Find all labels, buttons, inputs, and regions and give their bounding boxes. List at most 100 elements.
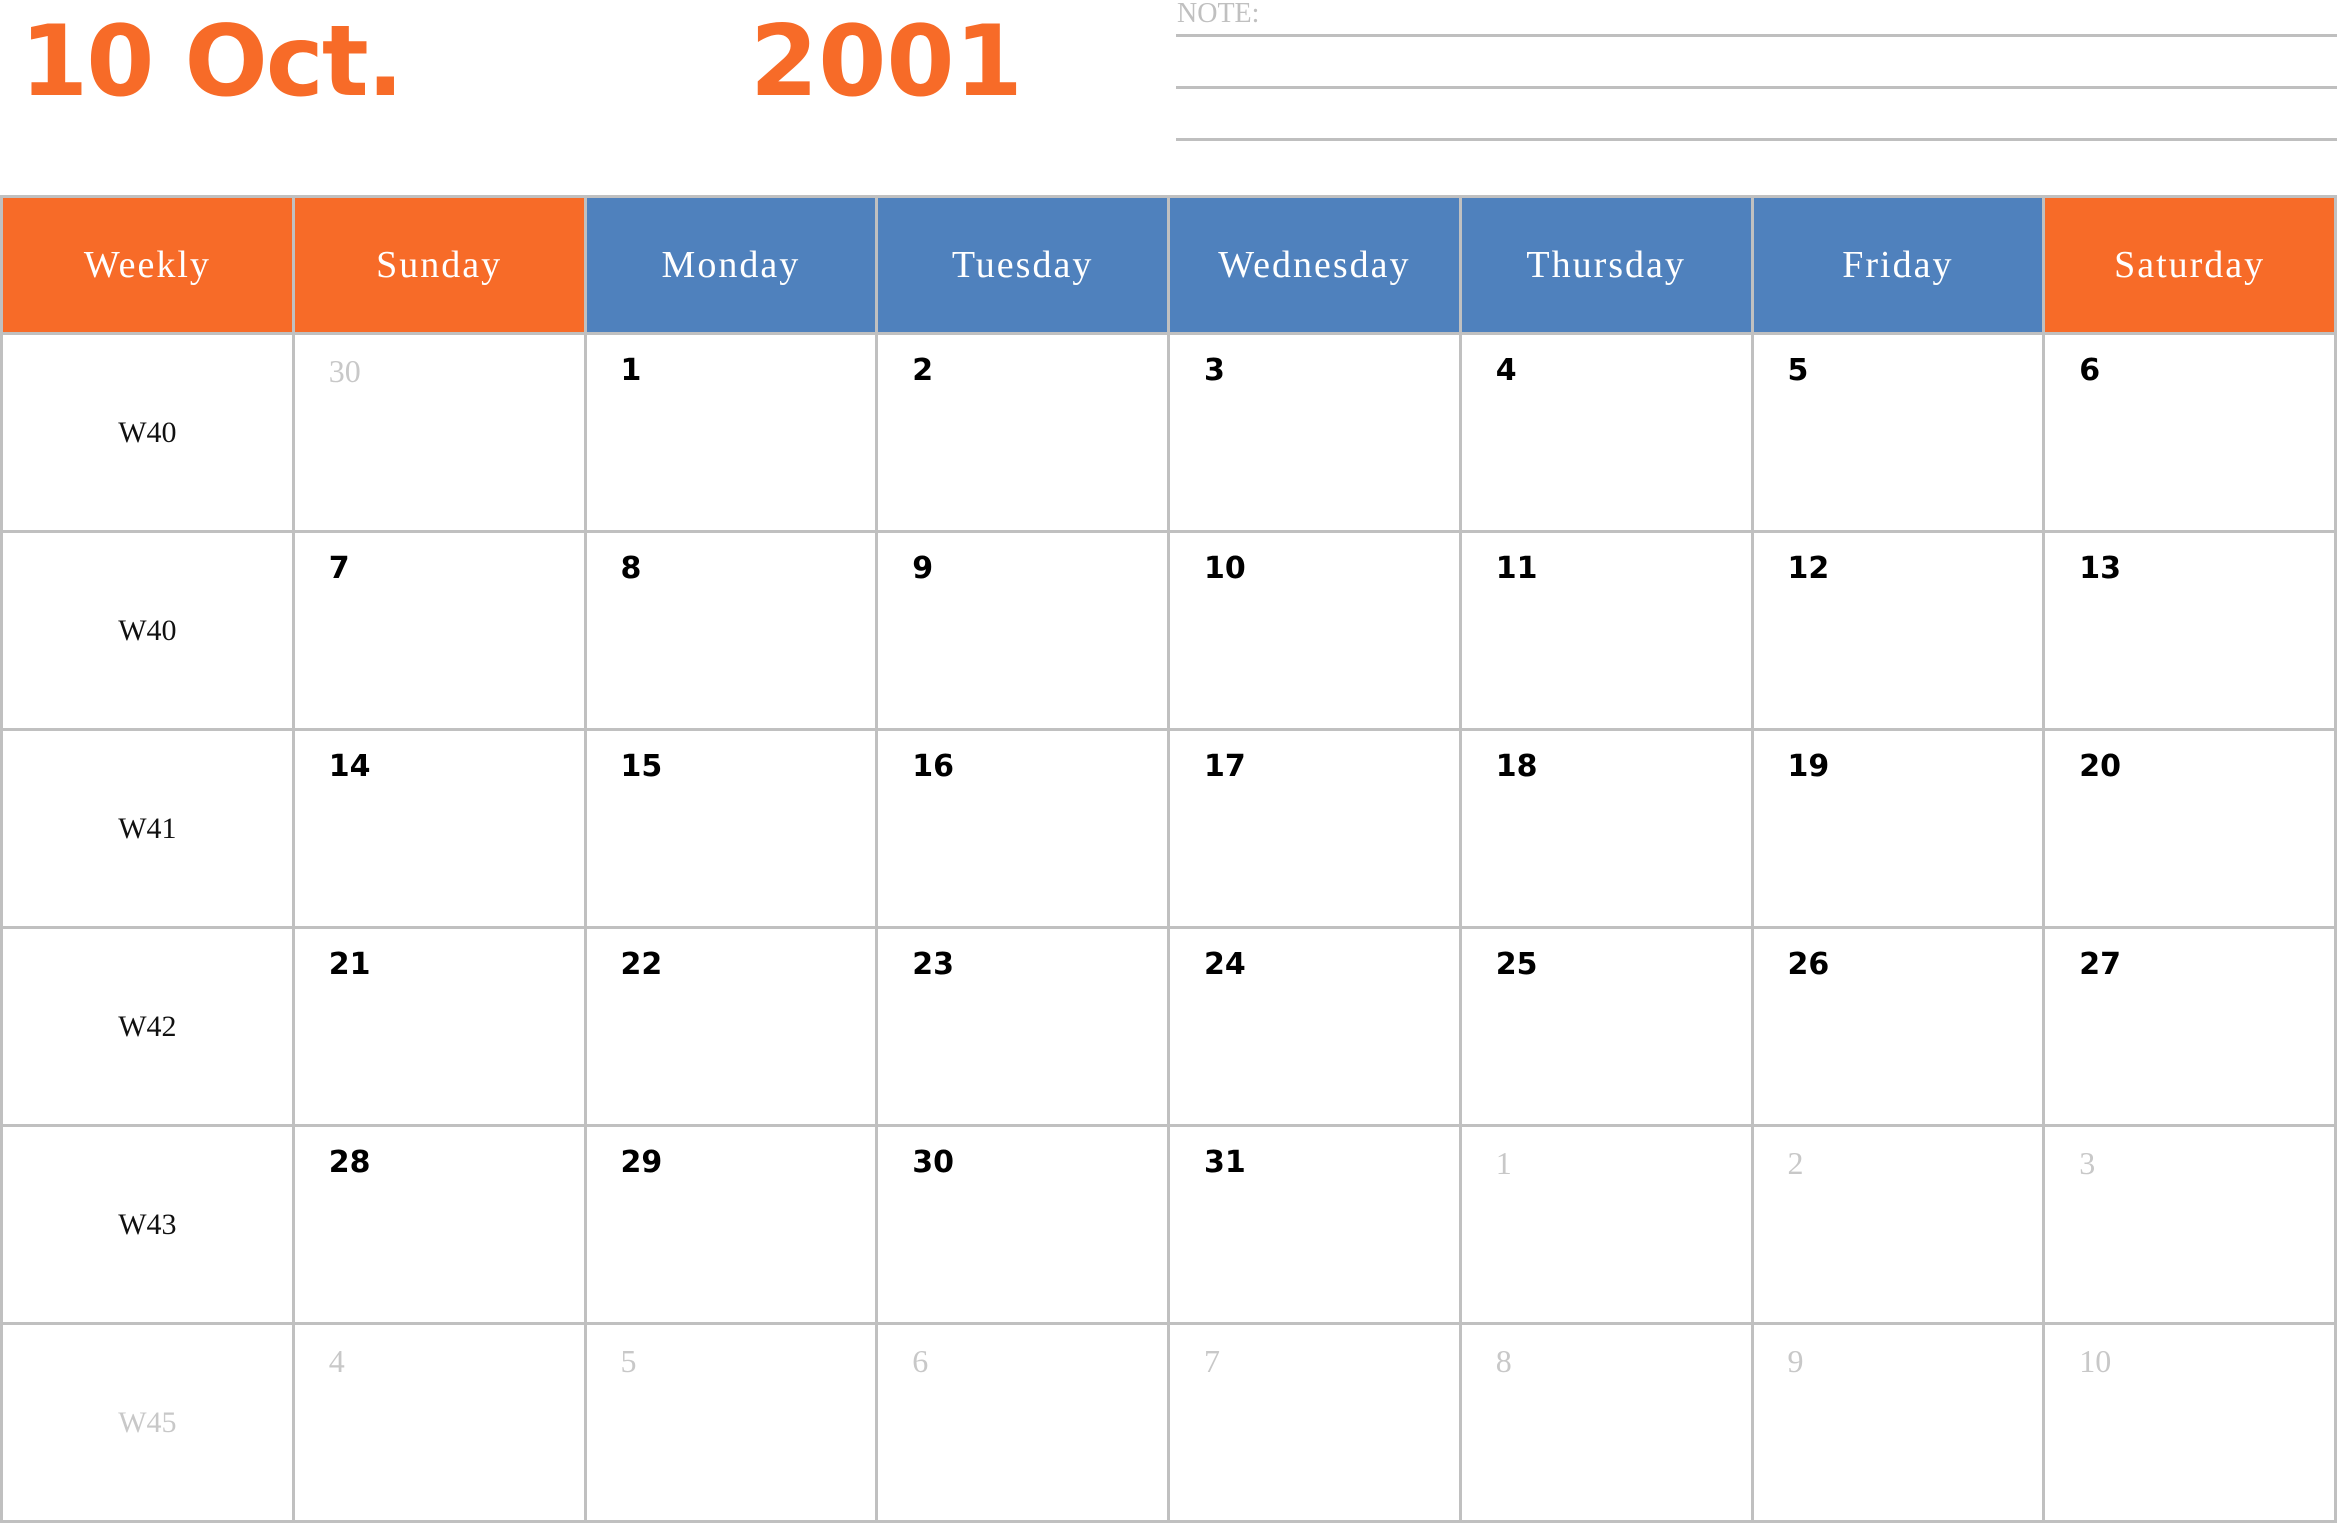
week-number: W40	[0, 332, 295, 533]
day-number: 24	[1204, 947, 1246, 982]
day-cell[interactable]: 5	[583, 1322, 879, 1523]
day-cell[interactable]: 2	[875, 332, 1170, 533]
day-number: 18	[1495, 749, 1538, 784]
day-cell[interactable]: 3	[2042, 1124, 2337, 1325]
day-cell[interactable]: 30	[875, 1124, 1170, 1325]
column-header-friday: Friday	[1750, 195, 2046, 335]
week-number: W43	[0, 1124, 295, 1325]
adjacent-month-day-number: 6	[912, 1343, 929, 1379]
day-number: 11	[1495, 551, 1538, 586]
day-cell[interactable]: 14	[291, 728, 587, 929]
day-cell[interactable]: 19	[1750, 728, 2046, 929]
adjacent-month-day-number: 5	[620, 1343, 637, 1379]
week-row: W40 30 1 2 3 4 5 6	[0, 332, 2337, 533]
day-cell[interactable]: 1	[583, 332, 879, 533]
day-cell[interactable]: 13	[2042, 530, 2337, 731]
day-cell[interactable]: 7	[1167, 1322, 1462, 1523]
day-number: 14	[328, 749, 371, 784]
week-number: W42	[0, 926, 295, 1127]
day-cell[interactable]: 25	[1458, 926, 1754, 1127]
day-number: 28	[328, 1145, 371, 1180]
day-number: 16	[912, 749, 954, 784]
note-label: NOTE:	[1177, 0, 1260, 29]
day-number: 23	[912, 947, 954, 982]
day-number: 3	[1204, 353, 1225, 388]
day-number: 31	[1204, 1145, 1246, 1180]
month-title: 10 Oct.	[20, 5, 404, 119]
week-row: W40 7 8 9 10 11 12 13	[0, 530, 2337, 731]
day-number: 20	[2079, 749, 2121, 784]
day-cell[interactable]: 28	[291, 1124, 587, 1325]
day-number: 30	[912, 1145, 954, 1180]
day-number: 9	[912, 551, 934, 586]
day-cell[interactable]: 30	[291, 332, 587, 533]
column-header-tuesday: Tuesday	[875, 195, 1170, 335]
adjacent-month-day-number: 2	[1787, 1145, 1804, 1181]
day-number: 25	[1495, 947, 1538, 982]
column-header-saturday: Saturday	[2042, 195, 2337, 335]
day-cell[interactable]: 15	[583, 728, 879, 929]
day-cell[interactable]: 6	[2042, 332, 2337, 533]
day-cell[interactable]: 4	[1458, 332, 1754, 533]
day-cell[interactable]: 27	[2042, 926, 2337, 1127]
day-cell[interactable]: 9	[1750, 1322, 2046, 1523]
week-number: W45	[0, 1322, 295, 1523]
day-cell[interactable]: 11	[1458, 530, 1754, 731]
day-number: 4	[1495, 353, 1517, 388]
day-cell[interactable]: 24	[1167, 926, 1462, 1127]
calendar-body: W40 30 1 2 3 4 5 6 W40 7 8 9 10 11 12 13 W41 14 15 16 17 18 19…	[0, 332, 2337, 1523]
day-number: 10	[1204, 551, 1246, 586]
day-cell[interactable]: 2	[1750, 1124, 2046, 1325]
note-line	[1176, 34, 2337, 37]
day-cell[interactable]: 21	[291, 926, 587, 1127]
day-number: 22	[620, 947, 663, 982]
day-cell[interactable]: 22	[583, 926, 879, 1127]
adjacent-month-day-number: 3	[2079, 1145, 2096, 1181]
day-number: 17	[1204, 749, 1246, 784]
day-cell[interactable]: 10	[1167, 530, 1462, 731]
day-cell[interactable]: 1	[1458, 1124, 1754, 1325]
day-number: 26	[1787, 947, 1830, 982]
day-cell[interactable]: 8	[583, 530, 879, 731]
day-cell[interactable]: 18	[1458, 728, 1754, 929]
adjacent-month-day-number: 1	[1495, 1145, 1512, 1181]
day-cell[interactable]: 12	[1750, 530, 2046, 731]
column-header-sunday: Sunday	[291, 195, 587, 335]
day-number: 5	[1787, 353, 1809, 388]
day-cell[interactable]: 26	[1750, 926, 2046, 1127]
note-line	[1176, 138, 2337, 141]
day-cell[interactable]: 9	[875, 530, 1170, 731]
day-cell[interactable]: 31	[1167, 1124, 1462, 1325]
adjacent-month-day-number: 30	[328, 353, 361, 389]
day-cell[interactable]: 8	[1458, 1322, 1754, 1523]
week-row: W42 21 22 23 24 25 26 27	[0, 926, 2337, 1127]
week-row: W41 14 15 16 17 18 19 20	[0, 728, 2337, 929]
column-header-wednesday: Wednesday	[1167, 195, 1462, 335]
note-line	[1176, 86, 2337, 89]
day-number: 12	[1787, 551, 1830, 586]
day-cell[interactable]: 5	[1750, 332, 2046, 533]
day-cell[interactable]: 7	[291, 530, 587, 731]
day-number: 6	[2079, 353, 2101, 388]
day-cell[interactable]: 6	[875, 1322, 1170, 1523]
adjacent-month-day-number: 4	[328, 1343, 345, 1379]
day-cell[interactable]: 29	[583, 1124, 879, 1325]
day-number: 2	[912, 353, 934, 388]
week-number: W41	[0, 728, 295, 929]
day-cell[interactable]: 16	[875, 728, 1170, 929]
week-number: W40	[0, 530, 295, 731]
adjacent-month-day-number: 9	[1787, 1343, 1804, 1379]
day-number: 21	[328, 947, 371, 982]
day-cell[interactable]: 4	[291, 1322, 587, 1523]
day-cell[interactable]: 23	[875, 926, 1170, 1127]
note-area: NOTE:	[1163, 0, 2337, 150]
day-cell[interactable]: 3	[1167, 332, 1462, 533]
day-cell[interactable]: 20	[2042, 728, 2337, 929]
day-number: 1	[620, 353, 642, 388]
column-header-monday: Monday	[583, 195, 879, 335]
day-cell[interactable]: 17	[1167, 728, 1462, 929]
adjacent-month-day-number: 10	[2079, 1343, 2112, 1379]
day-cell[interactable]: 10	[2042, 1322, 2337, 1523]
day-number: 19	[1787, 749, 1830, 784]
year-title: 2001	[750, 5, 1023, 119]
